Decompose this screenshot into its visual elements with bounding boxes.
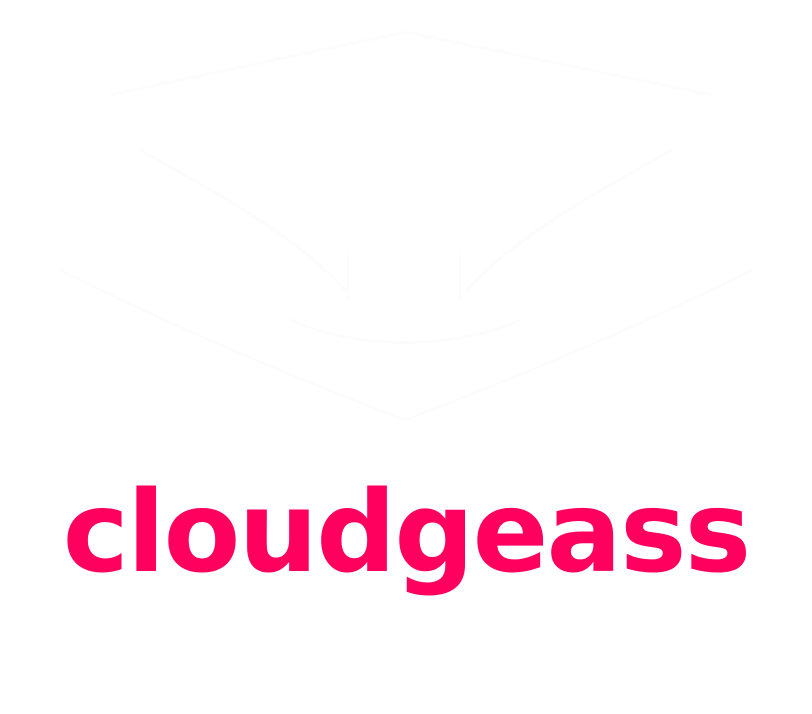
logo-canvas: cloudgeass: [0, 0, 812, 714]
cloudgeass-wordmark: cloudgeass: [62, 468, 752, 598]
white-cloud-emblem-icon: [58, 30, 754, 422]
